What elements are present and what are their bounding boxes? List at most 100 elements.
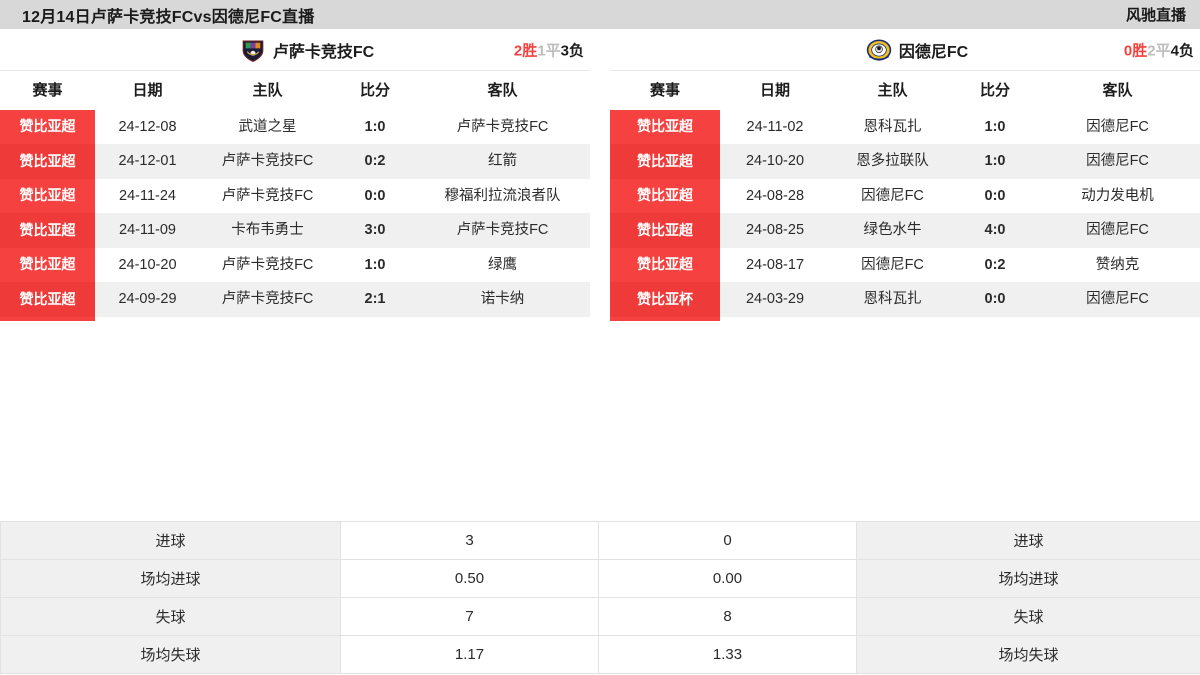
stat-right-label: 失球 bbox=[856, 597, 1200, 636]
left-table-header-row: 赛事 日期 主队 比分 客队 bbox=[0, 71, 590, 109]
stat-right-value: 0 bbox=[598, 521, 857, 560]
match-league-cell: 赞比亚超 bbox=[0, 144, 95, 179]
left-col-league: 赛事 bbox=[0, 71, 95, 109]
stats-row: 进球 3 0 进球 bbox=[0, 521, 1200, 560]
league-badge: 赞比亚超 bbox=[0, 282, 95, 317]
page-header-bar: 12月14日卢萨卡竞技FCvs因德尼FC直播 风驰直播 bbox=[0, 0, 1200, 29]
right-losses-label: 负 bbox=[1178, 42, 1194, 59]
table-row[interactable]: 赞比亚超 24-12-01 卢萨卡竞技FC 0:2 红箭 bbox=[0, 144, 590, 179]
match-away-team: 绿鹰 bbox=[488, 256, 517, 273]
match-score: 0:0 bbox=[955, 282, 1035, 317]
right-matches-table: 赛事 日期 主队 比分 客队 赞比亚超 24-11-02 恩科瓦扎 1:0 因德尼FC 赞… bbox=[610, 71, 1200, 317]
match-league-cell: 赞比亚杯 bbox=[610, 282, 720, 317]
table-row[interactable]: 赞比亚超 24-12-08 武道之星 1:0 卢萨卡竞技FC bbox=[0, 109, 590, 145]
match-date: 24-11-02 bbox=[746, 119, 804, 135]
table-row[interactable]: 赞比亚超 24-08-28 因德尼FC 0:0 动力发电机 bbox=[610, 178, 1200, 214]
match-home-team: 绿色水牛 bbox=[830, 213, 955, 248]
stat-left-label: 场均失球 bbox=[0, 635, 341, 674]
stats-row: 失球 7 8 失球 bbox=[0, 597, 1200, 636]
match-score: 1:0 bbox=[364, 256, 386, 273]
stat-right-label: 进球 bbox=[856, 521, 1200, 560]
right-losses-count: 4 bbox=[1170, 42, 1179, 59]
match-score: 0:0 bbox=[364, 187, 386, 204]
left-draws-label: 平 bbox=[545, 42, 561, 59]
league-badge: 赞比亚超 bbox=[610, 144, 720, 179]
left-col-home: 主队 bbox=[200, 71, 335, 109]
stat-left-label: 进球 bbox=[0, 521, 341, 560]
league-badge: 赞比亚超 bbox=[0, 178, 95, 214]
left-col-date: 日期 bbox=[95, 71, 200, 109]
table-row[interactable]: 赞比亚超 24-08-17 因德尼FC 0:2 赞纳克 bbox=[610, 247, 1200, 283]
table-row[interactable]: 赞比亚超 24-09-29 卢萨卡竞技FC 2:1 诺卡纳 bbox=[0, 282, 590, 317]
left-table-accent-bar bbox=[0, 316, 95, 321]
lusaka-crest-icon bbox=[240, 37, 266, 63]
match-date: 24-08-25 bbox=[720, 213, 830, 248]
right-team-name: 因德尼FC bbox=[898, 43, 969, 61]
match-away-team: 因德尼FC bbox=[1086, 119, 1149, 135]
left-team-name: 卢萨卡竞技FC bbox=[272, 43, 375, 61]
match-home-team: 卢萨卡竞技FC bbox=[200, 144, 335, 179]
stat-left-value: 7 bbox=[340, 597, 599, 636]
table-row[interactable]: 赞比亚超 24-11-24 卢萨卡竞技FC 0:0 穆福利拉流浪者队 bbox=[0, 178, 590, 214]
table-row[interactable]: 赞比亚超 24-11-09 卡布韦勇士 3:0 卢萨卡竞技FC bbox=[0, 213, 590, 248]
match-score: 2:1 bbox=[335, 282, 415, 317]
right-team-identity: 因德尼FC bbox=[842, 37, 968, 63]
match-league-cell: 赞比亚超 bbox=[0, 247, 95, 283]
stats-comparison-table: 进球 3 0 进球 场均进球 0.50 0.00 场均进球 失球 7 8 失球 场均失球 1.17 1.33… bbox=[0, 521, 1200, 674]
left-draws-count: 1 bbox=[537, 42, 546, 59]
stats-row: 场均进球 0.50 0.00 场均进球 bbox=[0, 559, 1200, 598]
match-league-cell: 赞比亚超 bbox=[610, 213, 720, 248]
match-score: 1:0 bbox=[955, 144, 1035, 179]
stat-right-value: 1.33 bbox=[598, 635, 857, 674]
match-date: 24-10-20 bbox=[720, 144, 830, 179]
match-home-team: 恩多拉联队 bbox=[830, 144, 955, 179]
match-home-team: 卡布韦勇士 bbox=[200, 213, 335, 248]
match-away-team: 因德尼FC bbox=[1035, 213, 1200, 248]
league-badge: 赞比亚超 bbox=[610, 247, 720, 283]
match-date: 24-11-09 bbox=[95, 213, 200, 248]
league-badge: 赞比亚超 bbox=[610, 213, 720, 248]
right-draws-label: 平 bbox=[1155, 42, 1171, 59]
match-date: 24-12-08 bbox=[118, 119, 177, 135]
indeni-crest-icon bbox=[866, 37, 892, 63]
match-score: 1:0 bbox=[984, 119, 1006, 135]
match-home-team: 因德尼FC bbox=[861, 256, 924, 273]
right-team-header: 因德尼FC 0胜2平4负 bbox=[610, 29, 1200, 71]
match-home-team: 武道之星 bbox=[238, 119, 297, 135]
table-row[interactable]: 赞比亚超 24-08-25 绿色水牛 4:0 因德尼FC bbox=[610, 213, 1200, 248]
match-date: 24-03-29 bbox=[720, 282, 830, 317]
match-away-team: 卢萨卡竞技FC bbox=[456, 119, 549, 135]
league-badge: 赞比亚杯 bbox=[610, 282, 720, 317]
left-losses-label: 负 bbox=[568, 42, 584, 59]
match-score: 3:0 bbox=[335, 213, 415, 248]
left-wins-label: 胜 bbox=[522, 42, 538, 59]
table-row[interactable]: 赞比亚杯 24-03-29 恩科瓦扎 0:0 因德尼FC bbox=[610, 282, 1200, 317]
right-table-accent-bar bbox=[610, 316, 720, 321]
match-date: 24-08-28 bbox=[745, 187, 805, 204]
match-away-team: 穆福利拉流浪者队 bbox=[444, 187, 561, 204]
stat-right-label: 场均进球 bbox=[856, 559, 1200, 598]
site-brand-label: 风驰直播 bbox=[1125, 7, 1186, 24]
table-row[interactable]: 赞比亚超 24-11-02 恩科瓦扎 1:0 因德尼FC bbox=[610, 109, 1200, 145]
page-title: 12月14日卢萨卡竞技FCvs因德尼FC直播 bbox=[22, 8, 315, 26]
stat-left-label: 场均进球 bbox=[0, 559, 341, 598]
right-wins-label: 胜 bbox=[1132, 42, 1148, 59]
match-home-team: 恩科瓦扎 bbox=[863, 119, 922, 135]
right-col-home: 主队 bbox=[830, 71, 955, 109]
right-col-away: 客队 bbox=[1035, 71, 1200, 109]
match-away-team: 诺卡纳 bbox=[415, 282, 590, 317]
right-team-record: 0胜2平4负 bbox=[1124, 39, 1194, 60]
match-home-team: 恩科瓦扎 bbox=[830, 282, 955, 317]
right-col-league: 赛事 bbox=[610, 71, 720, 109]
right-draws-count: 2 bbox=[1147, 42, 1156, 59]
match-league-cell: 赞比亚超 bbox=[0, 178, 95, 214]
match-league-cell: 赞比亚超 bbox=[0, 282, 95, 317]
match-score: 4:0 bbox=[955, 213, 1035, 248]
match-league-cell: 赞比亚超 bbox=[610, 247, 720, 283]
table-row[interactable]: 赞比亚超 24-10-20 卢萨卡竞技FC 1:0 绿鹰 bbox=[0, 247, 590, 283]
match-league-cell: 赞比亚超 bbox=[0, 213, 95, 248]
table-row[interactable]: 赞比亚超 24-10-20 恩多拉联队 1:0 因德尼FC bbox=[610, 144, 1200, 179]
league-badge: 赞比亚超 bbox=[0, 247, 95, 283]
left-team-identity: 卢萨卡竞技FC bbox=[216, 37, 374, 63]
league-badge: 赞比亚超 bbox=[0, 144, 95, 179]
